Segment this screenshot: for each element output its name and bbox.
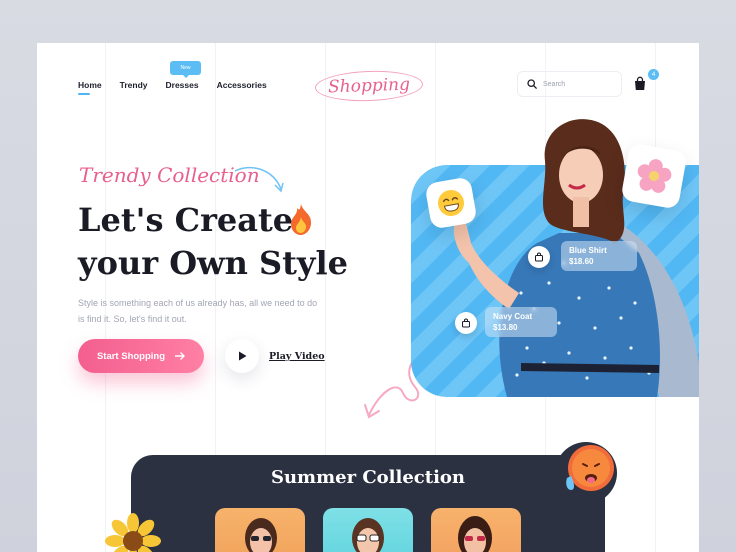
brand-logo-text: Shopping bbox=[327, 74, 411, 98]
brand-logo[interactable]: Shopping bbox=[314, 69, 424, 103]
product-price: $13.80 bbox=[493, 323, 518, 332]
headline-line-1: Let's Create bbox=[78, 201, 294, 239]
new-badge: New bbox=[170, 61, 201, 78]
model-thumb-image bbox=[245, 518, 277, 552]
collection-thumb[interactable] bbox=[215, 508, 305, 552]
play-icon bbox=[238, 351, 246, 361]
search-box[interactable]: Search bbox=[517, 71, 622, 97]
product-tag-navy-coat[interactable]: Navy Coat $13.80 bbox=[485, 307, 557, 337]
grin-emoji-icon bbox=[438, 190, 464, 216]
curved-arrow-doodle bbox=[234, 166, 284, 193]
headline-line-2: your Own Style bbox=[78, 244, 349, 282]
product-name: Blue Shirt bbox=[569, 246, 607, 255]
play-video-link[interactable]: Play Video bbox=[269, 351, 325, 362]
product-price: $18.60 bbox=[569, 257, 594, 266]
collection-thumb[interactable] bbox=[431, 508, 521, 552]
flower-icon bbox=[637, 159, 672, 193]
bag-icon bbox=[462, 318, 470, 328]
model-thumb-image bbox=[352, 518, 384, 552]
nav-item-trendy[interactable]: Trendy bbox=[120, 80, 148, 90]
search-icon bbox=[527, 79, 537, 89]
product-tag-blue-shirt[interactable]: Blue Shirt $18.60 bbox=[561, 241, 637, 271]
flower-card bbox=[620, 142, 688, 210]
summer-collection-section: Summer Collection bbox=[131, 455, 605, 552]
nav-item-home[interactable]: Home bbox=[78, 80, 102, 95]
hero-headline: Let's Create your Own Style bbox=[78, 199, 368, 285]
start-shopping-label: Start Shopping bbox=[96, 350, 166, 362]
fire-icon bbox=[291, 204, 312, 235]
cart-count-badge: 4 bbox=[648, 69, 659, 80]
main-nav: Home Trendy Dresses Accessories bbox=[78, 80, 267, 95]
bag-icon bbox=[535, 252, 543, 262]
collection-thumb[interactable] bbox=[323, 508, 413, 552]
page-frame: Home Trendy Dresses Accessories New Shop… bbox=[37, 43, 699, 552]
navy-coat-bag-icon[interactable] bbox=[455, 312, 477, 334]
arrow-right-icon bbox=[175, 352, 185, 360]
nav-item-dresses[interactable]: Dresses bbox=[166, 80, 199, 90]
hot-face-emoji-icon bbox=[555, 442, 617, 504]
product-name: Navy Coat bbox=[493, 312, 533, 321]
nav-item-accessories[interactable]: Accessories bbox=[217, 80, 267, 90]
search-input[interactable]: Search bbox=[543, 81, 565, 88]
start-shopping-button[interactable]: Start Shopping bbox=[78, 339, 204, 373]
grin-emoji-card bbox=[424, 176, 478, 230]
model-thumb-image bbox=[458, 516, 492, 552]
blue-shirt-bag-icon[interactable] bbox=[528, 246, 550, 268]
hero-description: Style is something each of us already ha… bbox=[78, 298, 318, 324]
summer-collection-title: Summer Collection bbox=[270, 467, 466, 488]
sunflower-icon bbox=[105, 513, 161, 552]
bag-icon[interactable] bbox=[631, 75, 649, 93]
play-video-button[interactable] bbox=[225, 339, 259, 373]
